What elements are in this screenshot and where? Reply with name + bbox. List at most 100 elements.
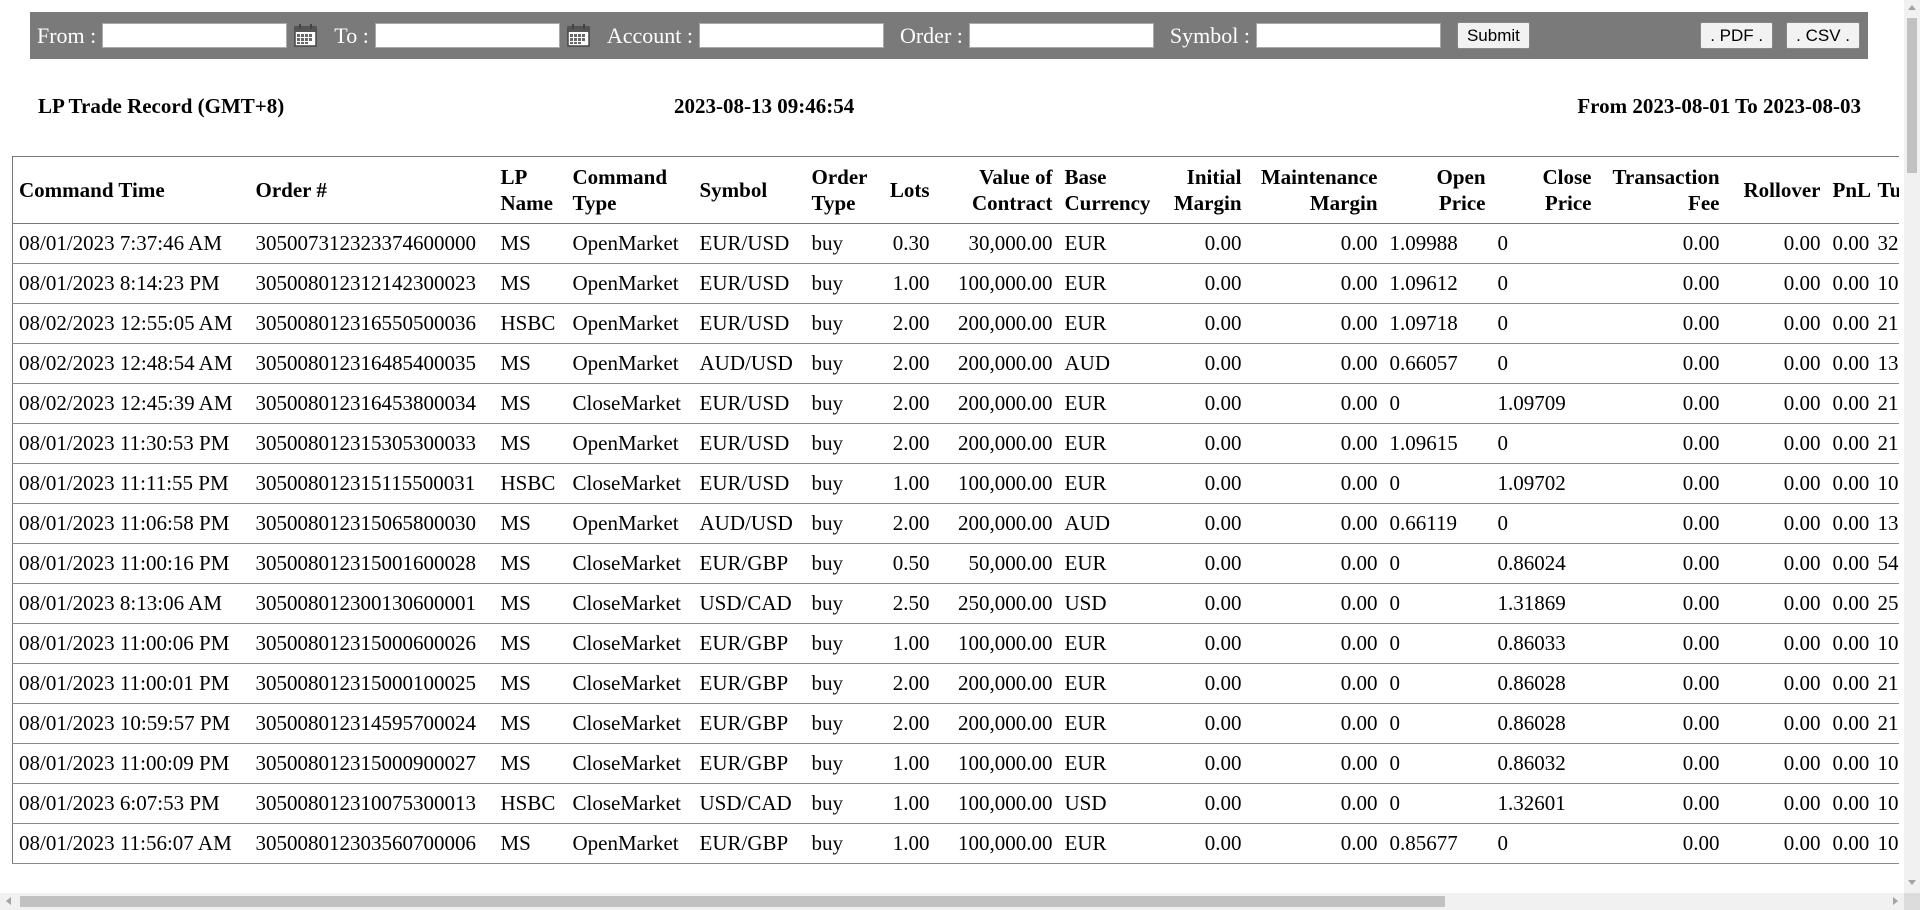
cell-command-type: OpenMarket: [566, 503, 694, 544]
table-row[interactable]: 08/01/2023 11:06:58 PM 305008012315065800…: [12, 503, 1899, 544]
scroll-up-arrow-icon[interactable]: [1908, 5, 1916, 10]
cell-transaction-fee: 0.00: [1597, 503, 1726, 544]
cell-rollover: 0.00: [1725, 223, 1827, 264]
cell-maintenance-margin: 0.00: [1247, 703, 1384, 744]
cell-command-type: CloseMarket: [566, 703, 694, 744]
cell-close-price: 1.31869: [1491, 583, 1598, 624]
vertical-scrollbar[interactable]: [1904, 0, 1920, 893]
table-row[interactable]: 08/01/2023 11:00:06 PM 305008012315000600…: [12, 623, 1899, 664]
from-calendar-icon[interactable]: [293, 23, 318, 48]
cell-maintenance-margin: 0.00: [1247, 623, 1384, 664]
cell-command-type: CloseMarket: [566, 663, 694, 704]
table-row[interactable]: 08/01/2023 11:00:09 PM 305008012315000900…: [12, 743, 1899, 784]
cell-turnover: 132: [1871, 503, 1899, 544]
cell-rollover: 0.00: [1725, 823, 1827, 864]
table-row[interactable]: 08/01/2023 11:11:55 PM 305008012315115500…: [12, 463, 1899, 504]
col-header-command-type[interactable]: Command Type: [566, 156, 694, 224]
col-header-rollover[interactable]: Rollover: [1725, 156, 1827, 224]
cell-base-currency: EUR: [1058, 823, 1163, 864]
cell-close-price: 0: [1491, 303, 1598, 344]
cell-initial-margin: 0.00: [1162, 623, 1248, 664]
cell-lp-name: MS: [494, 223, 567, 264]
cell-command-time: 08/01/2023 11:00:09 PM: [12, 743, 250, 784]
table-row[interactable]: 08/01/2023 7:37:46 AM 3050073123233746000…: [12, 223, 1899, 264]
cell-symbol: USD/CAD: [693, 583, 806, 624]
col-header-order-number[interactable]: Order #: [249, 156, 495, 224]
table-row[interactable]: 08/01/2023 11:30:53 PM 305008012315305300…: [12, 423, 1899, 464]
table-row[interactable]: 08/01/2023 8:13:06 AM 3050080123001306000…: [12, 583, 1899, 624]
cell-lots: 2.00: [877, 503, 936, 544]
cell-command-time: 08/02/2023 12:45:39 AM: [12, 383, 250, 424]
col-header-lots[interactable]: Lots: [877, 156, 936, 224]
scroll-left-arrow-icon[interactable]: [6, 897, 11, 905]
cell-order-type: buy: [805, 543, 878, 584]
cell-lp-name: MS: [494, 743, 567, 784]
col-header-turnover[interactable]: Tur: [1871, 156, 1899, 224]
horizontal-scrollbar-thumb[interactable]: [20, 896, 1445, 907]
col-header-base-currency[interactable]: Base Currency: [1058, 156, 1163, 224]
cell-transaction-fee: 0.00: [1597, 463, 1726, 504]
table-row[interactable]: 08/01/2023 11:56:07 AM 305008012303560700…: [12, 823, 1899, 864]
cell-pnl: 0.00: [1826, 783, 1872, 824]
col-header-pnl[interactable]: PnL: [1826, 156, 1872, 224]
cell-transaction-fee: 0.00: [1597, 223, 1726, 264]
pdf-export-button[interactable]: . PDF .: [1700, 22, 1774, 49]
col-header-order-type[interactable]: Order Type: [805, 156, 878, 224]
cell-base-currency: EUR: [1058, 463, 1163, 504]
col-header-value-of-contract[interactable]: Value of Contract: [935, 156, 1059, 224]
col-header-initial-margin[interactable]: Initial Margin: [1162, 156, 1248, 224]
cell-lp-name: MS: [494, 543, 567, 584]
table-row[interactable]: 08/01/2023 11:00:16 PM 305008012315001600…: [12, 543, 1899, 584]
cell-close-price: 0: [1491, 343, 1598, 384]
table-row[interactable]: 08/01/2023 10:59:57 PM 305008012314595700…: [12, 703, 1899, 744]
cell-maintenance-margin: 0.00: [1247, 543, 1384, 584]
submit-button[interactable]: Submit: [1456, 22, 1530, 49]
cell-order-number: 305008012315000100025: [249, 663, 495, 704]
cell-transaction-fee: 0.00: [1597, 383, 1726, 424]
to-calendar-icon[interactable]: [566, 23, 591, 48]
cell-transaction-fee: 0.00: [1597, 423, 1726, 464]
cell-order-type: buy: [805, 503, 878, 544]
col-header-maintenance-margin[interactable]: Maintenance Margin: [1247, 156, 1384, 224]
col-header-close-price[interactable]: Close Price: [1491, 156, 1598, 224]
cell-turnover: 109: [1871, 463, 1899, 504]
cell-command-time: 08/01/2023 11:11:55 PM: [12, 463, 250, 504]
col-header-command-time[interactable]: Command Time: [12, 156, 250, 224]
horizontal-scrollbar[interactable]: [0, 893, 1904, 910]
vertical-scrollbar-thumb[interactable]: [1907, 18, 1917, 173]
account-input[interactable]: [698, 23, 884, 48]
col-header-symbol[interactable]: Symbol: [693, 156, 806, 224]
order-label: Order :: [899, 22, 963, 48]
cell-symbol: AUD/USD: [693, 343, 806, 384]
cell-rollover: 0.00: [1725, 343, 1827, 384]
table-row[interactable]: 08/02/2023 12:45:39 AM 305008012316453800…: [12, 383, 1899, 424]
cell-symbol: EUR/GBP: [693, 623, 806, 664]
cell-pnl: 0.00: [1826, 503, 1872, 544]
scroll-right-arrow-icon[interactable]: [1893, 897, 1898, 905]
table-row[interactable]: 08/01/2023 11:00:01 PM 305008012315000100…: [12, 663, 1899, 704]
cell-command-time: 08/02/2023 12:55:05 AM: [12, 303, 250, 344]
cell-pnl: 0.00: [1826, 343, 1872, 384]
cell-maintenance-margin: 0.00: [1247, 343, 1384, 384]
cell-symbol: EUR/GBP: [693, 703, 806, 744]
col-header-lp-name[interactable]: LP Name: [494, 156, 567, 224]
order-input[interactable]: [968, 23, 1154, 48]
col-header-transaction-fee[interactable]: Transaction Fee: [1597, 156, 1726, 224]
from-date-input[interactable]: [102, 23, 288, 48]
cell-turnover: 100: [1871, 783, 1899, 824]
scroll-down-arrow-icon[interactable]: [1908, 880, 1916, 885]
trade-table-container[interactable]: Command Time Order # LP Name Command Typ…: [12, 156, 1899, 893]
table-row[interactable]: 08/02/2023 12:48:54 AM 305008012316485400…: [12, 343, 1899, 384]
col-header-open-price[interactable]: Open Price: [1383, 156, 1492, 224]
trade-table: Command Time Order # LP Name Command Typ…: [12, 156, 1899, 864]
table-row[interactable]: 08/01/2023 8:14:23 PM 3050080123121423000…: [12, 263, 1899, 304]
symbol-input[interactable]: [1255, 23, 1441, 48]
cell-pnl: 0.00: [1826, 743, 1872, 784]
csv-export-button[interactable]: . CSV .: [1786, 22, 1860, 49]
to-date-input[interactable]: [374, 23, 560, 48]
table-row[interactable]: 08/01/2023 6:07:53 PM 3050080123100753000…: [12, 783, 1899, 824]
table-row[interactable]: 08/02/2023 12:55:05 AM 305008012316550500…: [12, 303, 1899, 344]
cell-order-number: 305008012303560700006: [249, 823, 495, 864]
cell-maintenance-margin: 0.00: [1247, 663, 1384, 704]
cell-transaction-fee: 0.00: [1597, 623, 1726, 664]
